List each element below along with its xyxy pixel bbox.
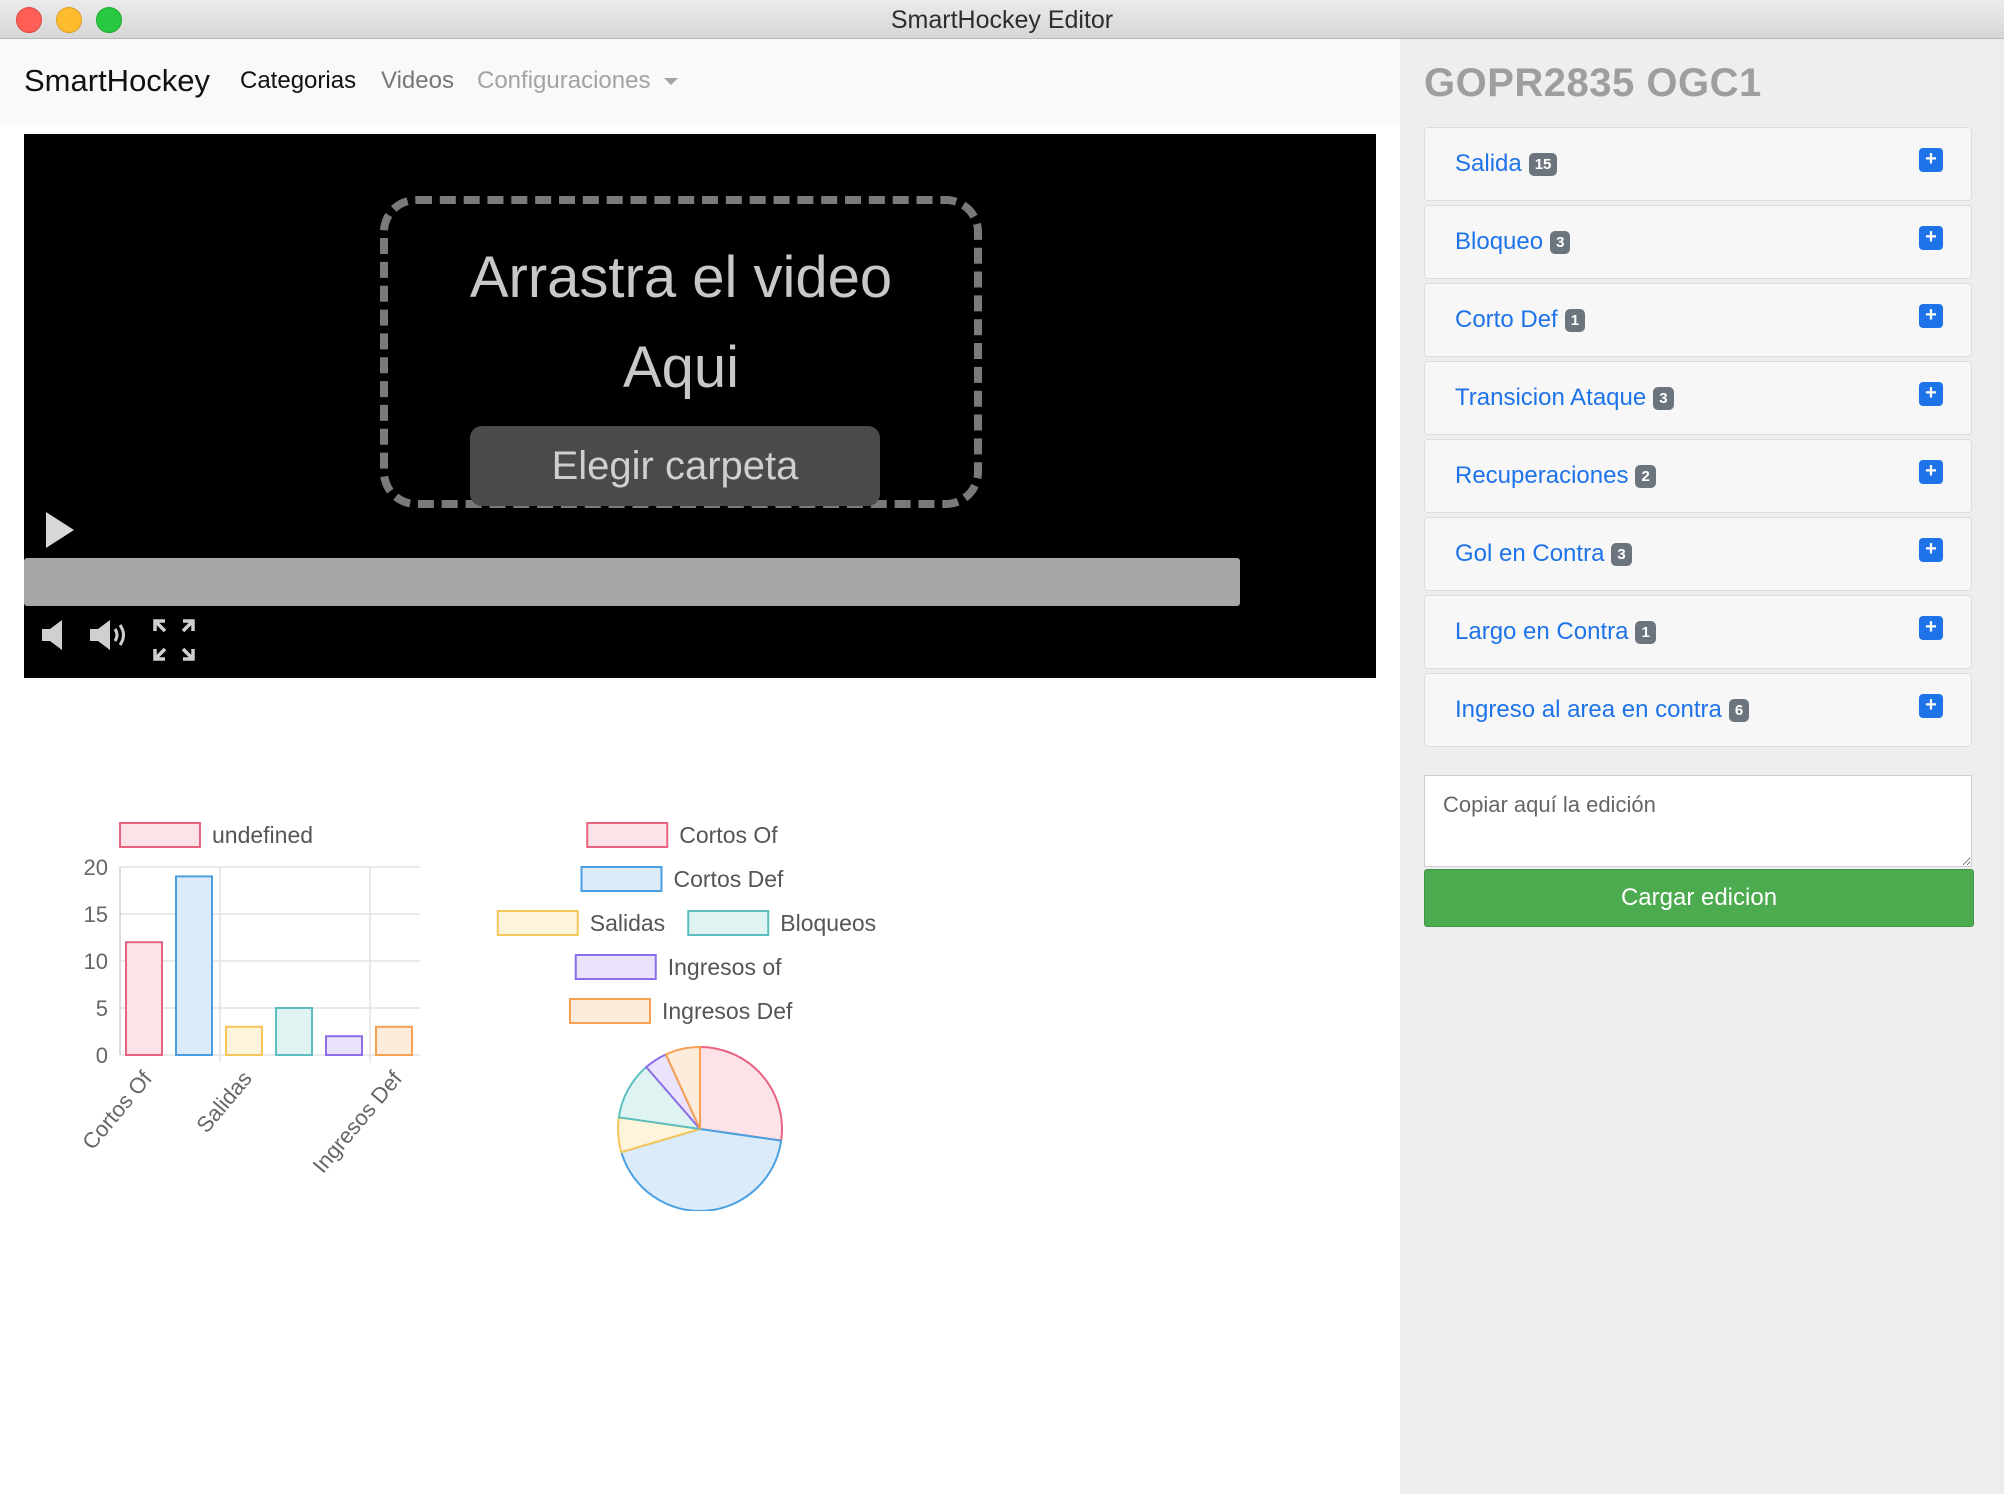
category-item-largo-en-contra[interactable]: Largo en Contra 1 +: [1424, 595, 1972, 669]
category-link[interactable]: Ingreso al area en contra 6: [1455, 696, 1750, 724]
legend-label: Cortos Def: [674, 866, 785, 892]
legend-swatch: [580, 866, 663, 892]
fullscreen-icon[interactable]: [152, 618, 196, 662]
legend-label: Cortos Of: [679, 822, 778, 848]
legend-label: Bloqueos: [780, 910, 876, 936]
add-icon[interactable]: +: [1919, 304, 1943, 328]
category-item-ingreso-area-en-contra[interactable]: Ingreso al area en contra 6 +: [1424, 673, 1972, 747]
category-label[interactable]: Transicion Ataque: [1455, 384, 1646, 411]
chevron-down-icon[interactable]: [664, 78, 678, 85]
main-content: SmartHockey Categorias Videos Configurac…: [0, 39, 1400, 1494]
bar: [225, 1025, 263, 1057]
bar: [125, 941, 163, 1056]
count-badge: 3: [1611, 543, 1632, 567]
navbar: SmartHockey Categorias Videos Configurac…: [0, 39, 1400, 125]
category-item-gol-en-contra[interactable]: Gol en Contra 3 +: [1424, 517, 1972, 591]
y-tick-label: 20: [84, 855, 108, 880]
pie-chart: Cortos Of Cortos Def Salidas Bloqueos Ingres…: [496, 822, 876, 1211]
category-item-salida[interactable]: Salida 15 +: [1424, 127, 1972, 201]
nav-configuraciones[interactable]: Configuraciones: [477, 67, 650, 95]
bar: [375, 1025, 413, 1057]
video-player[interactable]: Arrastra el video Aqui Elegir carpeta: [24, 134, 1376, 678]
legend-swatch: [119, 822, 201, 848]
x-tick-label: Cortos Of: [77, 1065, 157, 1154]
add-icon[interactable]: +: [1919, 226, 1943, 250]
legend-swatch: [586, 822, 669, 848]
bar: [275, 1007, 313, 1056]
nav-categorias[interactable]: Categorias: [240, 67, 356, 95]
count-badge: 3: [1653, 387, 1674, 411]
count-badge: 3: [1550, 231, 1571, 255]
category-link[interactable]: Gol en Contra 3: [1455, 540, 1632, 568]
y-tick-label: 0: [96, 1043, 108, 1068]
count-badge: 2: [1635, 465, 1656, 489]
add-icon[interactable]: +: [1919, 538, 1943, 562]
add-icon[interactable]: +: [1919, 460, 1943, 484]
category-link[interactable]: Bloqueo 3: [1455, 228, 1571, 256]
category-link[interactable]: Transicion Ataque 3: [1455, 384, 1674, 412]
edition-textarea[interactable]: [1424, 775, 1972, 867]
bar: [175, 875, 213, 1057]
count-badge: 15: [1528, 153, 1558, 177]
legend-swatch: [496, 910, 579, 936]
choose-folder-button[interactable]: Elegir carpeta: [470, 426, 880, 506]
nav-videos[interactable]: Videos: [381, 67, 454, 95]
y-tick-label: 10: [84, 949, 108, 974]
legend-label: Ingresos of: [668, 954, 782, 980]
category-item-bloqueo[interactable]: Bloqueo 3 +: [1424, 205, 1972, 279]
window-titlebar: SmartHockey Editor: [0, 0, 2004, 39]
add-icon[interactable]: +: [1919, 382, 1943, 406]
video-progress-bar[interactable]: [24, 558, 1240, 606]
category-link[interactable]: Salida 15: [1455, 150, 1558, 178]
y-tick-label: 5: [96, 996, 108, 1021]
category-label[interactable]: Corto Def: [1455, 306, 1558, 333]
legend-label: Ingresos Def: [662, 998, 793, 1024]
category-label[interactable]: Salida: [1455, 150, 1522, 177]
count-badge: 1: [1564, 309, 1586, 333]
drop-zone-text: Arrastra el video: [469, 245, 893, 310]
category-label[interactable]: Recuperaciones: [1455, 462, 1628, 489]
add-icon[interactable]: +: [1919, 694, 1943, 718]
x-tick-label: Salidas: [191, 1066, 257, 1137]
volume-up-icon[interactable]: [88, 618, 132, 652]
drop-zone-text-2: Aqui: [622, 335, 740, 400]
x-tick-label: Ingresos Def: [308, 1065, 408, 1177]
pie-slice: [699, 1045, 783, 1142]
count-badge: 1: [1635, 621, 1656, 645]
load-edition-button[interactable]: Cargar edicion: [1424, 869, 1974, 927]
add-icon[interactable]: +: [1919, 616, 1943, 640]
category-label[interactable]: Bloqueo: [1455, 228, 1543, 255]
category-sidebar: GOPR2835 OGC1 Salida 15 + Bloqueo 3 + Cort…: [1400, 39, 2000, 1494]
legend-label: Salidas: [590, 910, 665, 936]
category-link[interactable]: Recuperaciones 2: [1455, 462, 1656, 490]
count-badge: 6: [1728, 699, 1750, 723]
category-label[interactable]: Gol en Contra: [1455, 540, 1604, 567]
category-item-corto-def[interactable]: Corto Def 1 +: [1424, 283, 1972, 357]
category-label[interactable]: Largo en Contra: [1455, 618, 1628, 645]
play-icon[interactable]: [42, 508, 78, 552]
legend-swatch: [569, 998, 651, 1024]
volume-mute-icon[interactable]: [40, 618, 70, 652]
category-label[interactable]: Ingreso al area en contra: [1455, 696, 1722, 723]
legend-label: undefined: [212, 822, 313, 848]
category-link[interactable]: Corto Def 1: [1455, 306, 1586, 334]
category-item-transicion-ataque[interactable]: Transicion Ataque 3 +: [1424, 361, 1972, 435]
legend-swatch: [574, 954, 657, 980]
window-title: SmartHockey Editor: [890, 6, 1114, 34]
y-tick-label: 15: [84, 902, 108, 927]
category-link[interactable]: Largo en Contra 1: [1455, 618, 1656, 646]
bar-chart: undefined 0 5 10 15 20 Cortos Of Salidas Ingres…: [77, 822, 420, 1178]
bar: [325, 1035, 363, 1057]
brand-link[interactable]: SmartHockey: [24, 63, 210, 99]
add-icon[interactable]: +: [1919, 148, 1943, 172]
video-title: GOPR2835 OGC1: [1424, 61, 1762, 105]
legend-swatch: [687, 910, 770, 936]
category-item-recuperaciones[interactable]: Recuperaciones 2 +: [1424, 439, 1972, 513]
